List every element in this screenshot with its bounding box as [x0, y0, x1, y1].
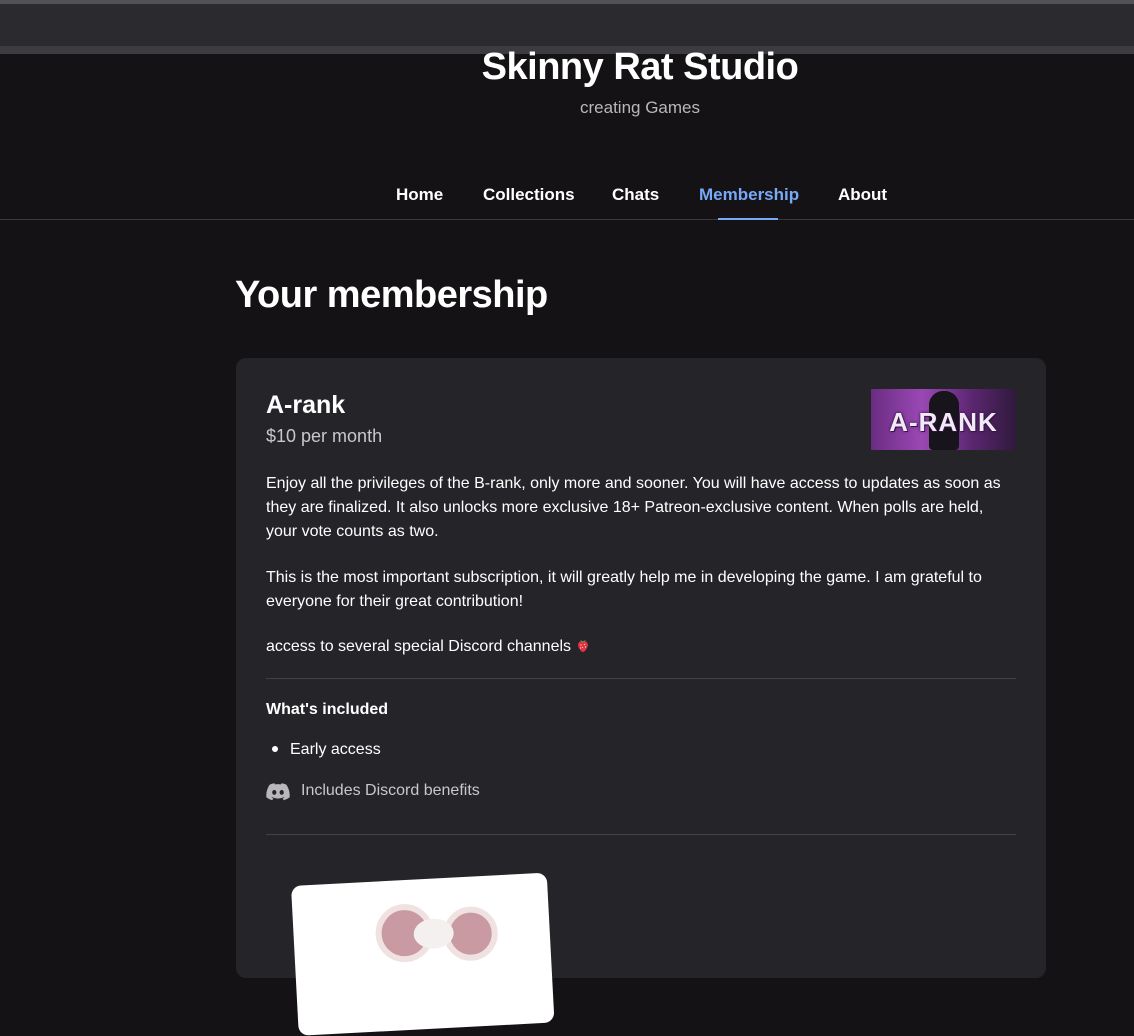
tier-price: $10 per month — [266, 426, 383, 446]
nav-tab-membership[interactable]: Membership — [699, 184, 799, 206]
membership-tier-card: A-rank $10 per month A-RANK Enjoy all th… — [236, 358, 1046, 1036]
section-divider — [266, 678, 1016, 679]
nav-tab-chats[interactable]: Chats — [612, 184, 659, 206]
page-title: Your membership — [235, 274, 548, 316]
tier-description-3: access to several special Discord channe… — [266, 635, 1016, 659]
browser-toolbar — [0, 4, 1134, 46]
tier-description-3-text: access to several special Discord channe… — [266, 638, 572, 655]
studio-name: Skinny Rat Studio — [481, 46, 799, 88]
strawberry-icon — [578, 639, 588, 652]
tier-name: A-rank — [266, 391, 346, 419]
whats-included-heading: What's included — [266, 701, 389, 718]
tier-banner-image: A-RANK — [871, 389, 1016, 450]
nav-tab-about[interactable]: About — [838, 184, 887, 206]
nav-tab-home[interactable]: Home — [396, 184, 443, 206]
tier-description-1: Enjoy all the privileges of the B-rank, … — [266, 475, 1001, 540]
tier-description-2: This is the most important subscription,… — [266, 569, 982, 610]
studio-tagline: creating Games — [580, 98, 700, 117]
active-tab-indicator — [718, 218, 778, 220]
reward-preview-image — [291, 872, 555, 1036]
creator-header: Skinny Rat Studio creating Games Home Co… — [0, 46, 1134, 220]
discord-benefits-label: Includes Discord benefits — [301, 782, 480, 799]
nav-tab-collections[interactable]: Collections — [483, 184, 575, 206]
discord-icon — [266, 783, 290, 801]
creator-nav: Home Collections Chats Membership About — [0, 184, 1134, 220]
banner-logo-text: A-RANK — [889, 407, 998, 437]
section-divider-bottom — [266, 834, 1016, 835]
benefit-item: Early access — [290, 741, 381, 758]
bullet-dot — [272, 746, 278, 752]
